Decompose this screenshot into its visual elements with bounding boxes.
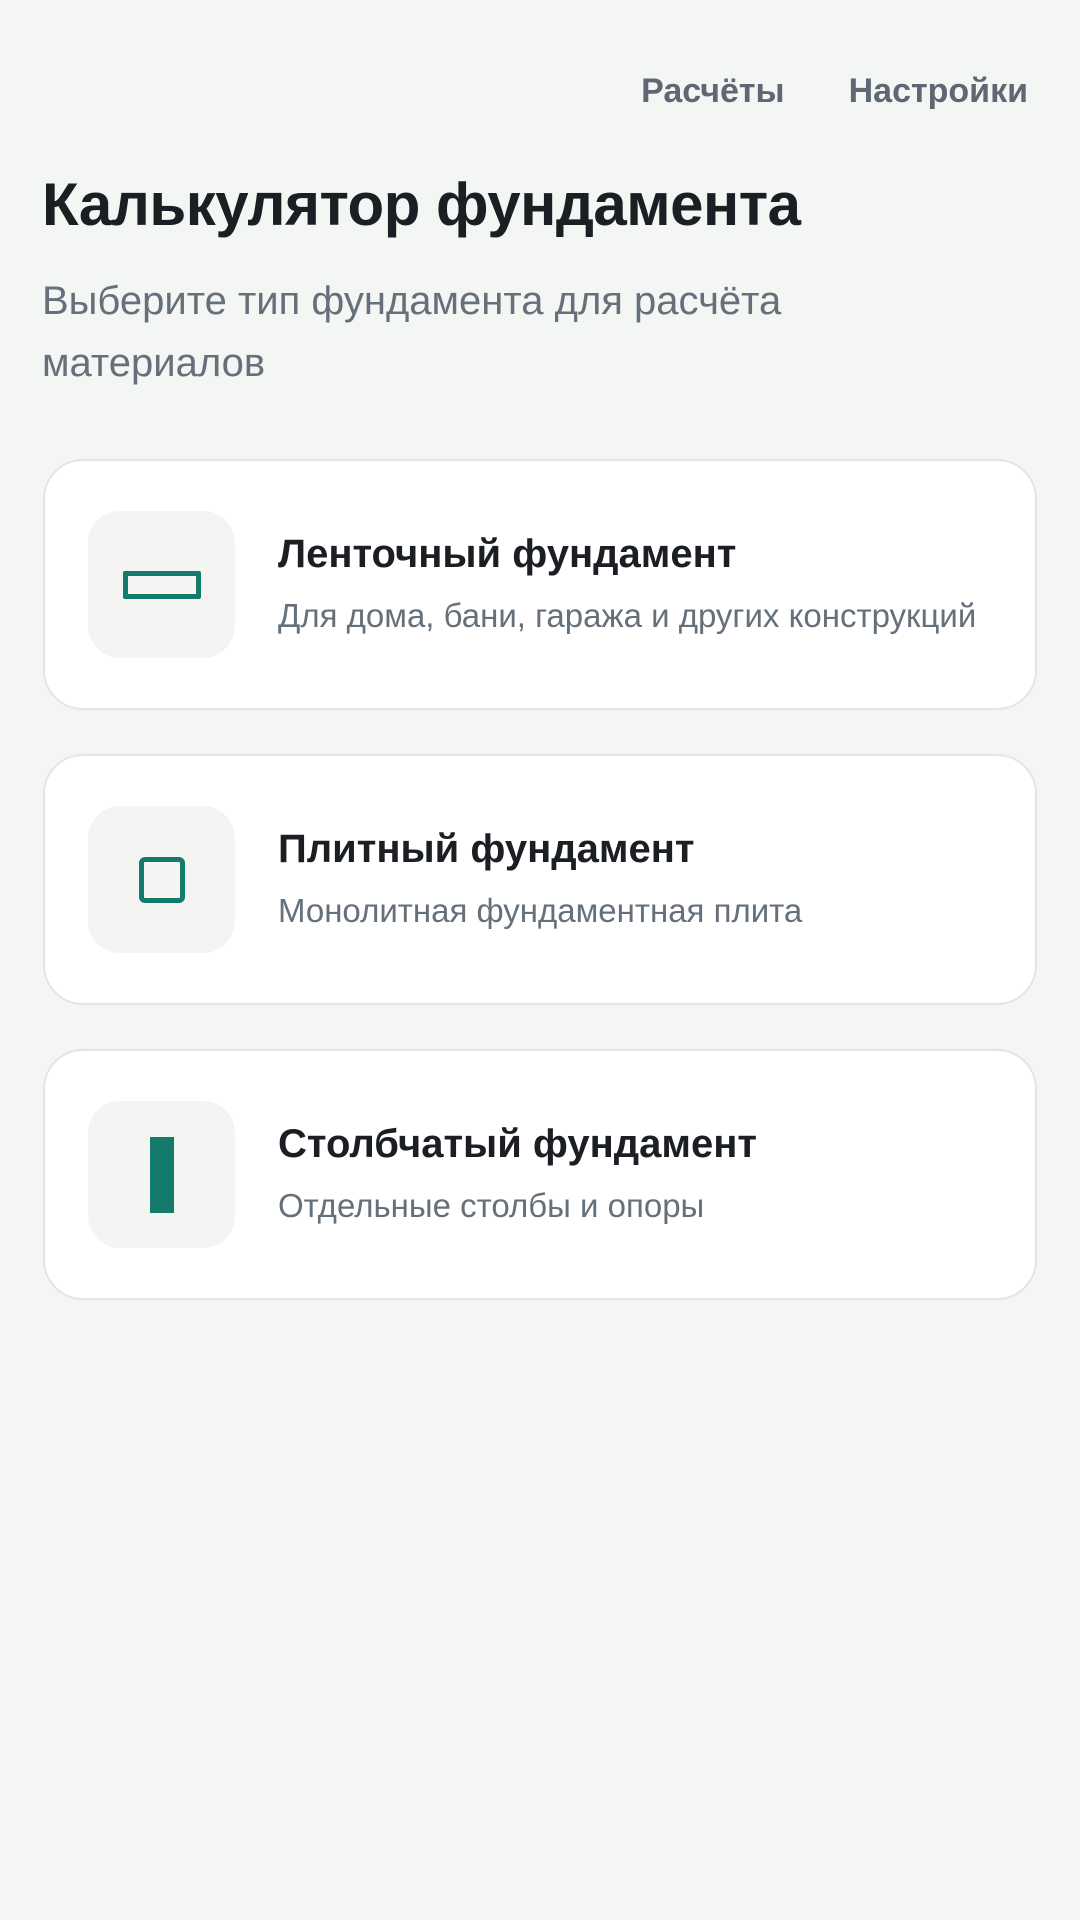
card-icon-container [88, 806, 235, 953]
card-description: Отдельные столбы и опоры [278, 1186, 705, 1224]
nav-link-calculations[interactable]: Расчёты [641, 72, 785, 111]
card-icon-container [88, 511, 235, 658]
foundation-card-strip[interactable]: Ленточный фундамент Для дома, бани, гара… [43, 459, 1037, 710]
card-title: Ленточный фундамент [278, 531, 737, 576]
slab-foundation-icon [138, 856, 185, 903]
card-title: Плитный фундамент [278, 826, 695, 871]
foundation-type-list: Ленточный фундамент Для дома, бани, гара… [43, 459, 1037, 1344]
card-text: Столбчатый фундамент Отдельные столбы и … [278, 1120, 797, 1230]
page-title: Калькулятор фундамента [42, 171, 801, 238]
strip-foundation-icon [122, 570, 201, 599]
card-description: Для дома, бани, гаража и других конструк… [278, 596, 977, 634]
top-navigation: Расчёты Настройки [641, 72, 1028, 111]
nav-link-settings[interactable]: Настройки [849, 72, 1028, 111]
pillar-foundation-icon [149, 1136, 174, 1213]
card-text: Ленточный фундамент Для дома, бани, гара… [278, 530, 1016, 640]
foundation-card-slab[interactable]: Плитный фундамент Монолитная фундаментна… [43, 754, 1037, 1005]
foundation-card-pillar[interactable]: Столбчатый фундамент Отдельные столбы и … [43, 1049, 1037, 1300]
card-text: Плитный фундамент Монолитная фундаментна… [278, 825, 842, 935]
page-subtitle: Выберите тип фундамента для расчёта мате… [42, 279, 782, 385]
card-icon-container [88, 1101, 235, 1248]
card-description: Монолитная фундаментная плита [278, 891, 803, 929]
card-title: Столбчатый фундамент [278, 1121, 758, 1166]
